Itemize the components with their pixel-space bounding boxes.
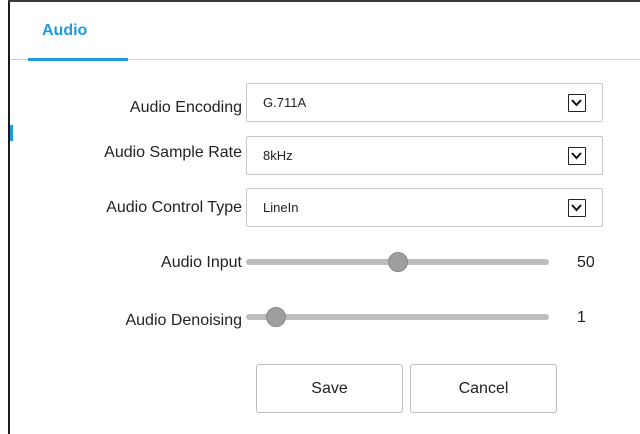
chevron-down-icon[interactable]	[568, 199, 586, 217]
audio-control-type-label: Audio Control Type	[106, 199, 242, 216]
audio-input-value: 50	[577, 254, 595, 271]
tab-audio-label: Audio	[42, 22, 88, 39]
cancel-button[interactable]: Cancel	[410, 364, 557, 413]
chevron-down-icon[interactable]	[568, 147, 586, 165]
audio-sample-rate-label: Audio Sample Rate	[104, 144, 242, 161]
tab-audio[interactable]: Audio	[28, 2, 128, 61]
audio-encoding-label: Audio Encoding	[129, 99, 242, 116]
audio-input-thumb[interactable]	[388, 252, 408, 272]
panel-left-border	[8, 0, 10, 434]
audio-denoising-value: 1	[577, 309, 586, 326]
audio-control-type-value: LineIn	[263, 200, 299, 215]
audio-denoising-label: Audio Denoising	[125, 312, 242, 329]
tab-active-underline	[28, 58, 128, 61]
audio-input-label: Audio Input	[161, 254, 242, 271]
chevron-down-icon[interactable]	[568, 94, 586, 112]
audio-denoising-slider[interactable]	[246, 305, 549, 329]
audio-sample-rate-value: 8kHz	[263, 148, 293, 163]
side-indicator	[10, 125, 13, 141]
audio-sample-rate-select[interactable]: 8kHz	[246, 136, 603, 175]
audio-control-type-select[interactable]: LineIn	[246, 188, 603, 227]
audio-input-slider[interactable]	[246, 250, 549, 274]
audio-encoding-value: G.711A	[263, 95, 307, 110]
audio-denoising-thumb[interactable]	[266, 307, 286, 327]
audio-denoising-track[interactable]	[246, 314, 549, 320]
tab-bar: Audio	[10, 2, 640, 61]
audio-encoding-select[interactable]: G.711A	[246, 83, 603, 122]
save-button[interactable]: Save	[256, 364, 403, 413]
